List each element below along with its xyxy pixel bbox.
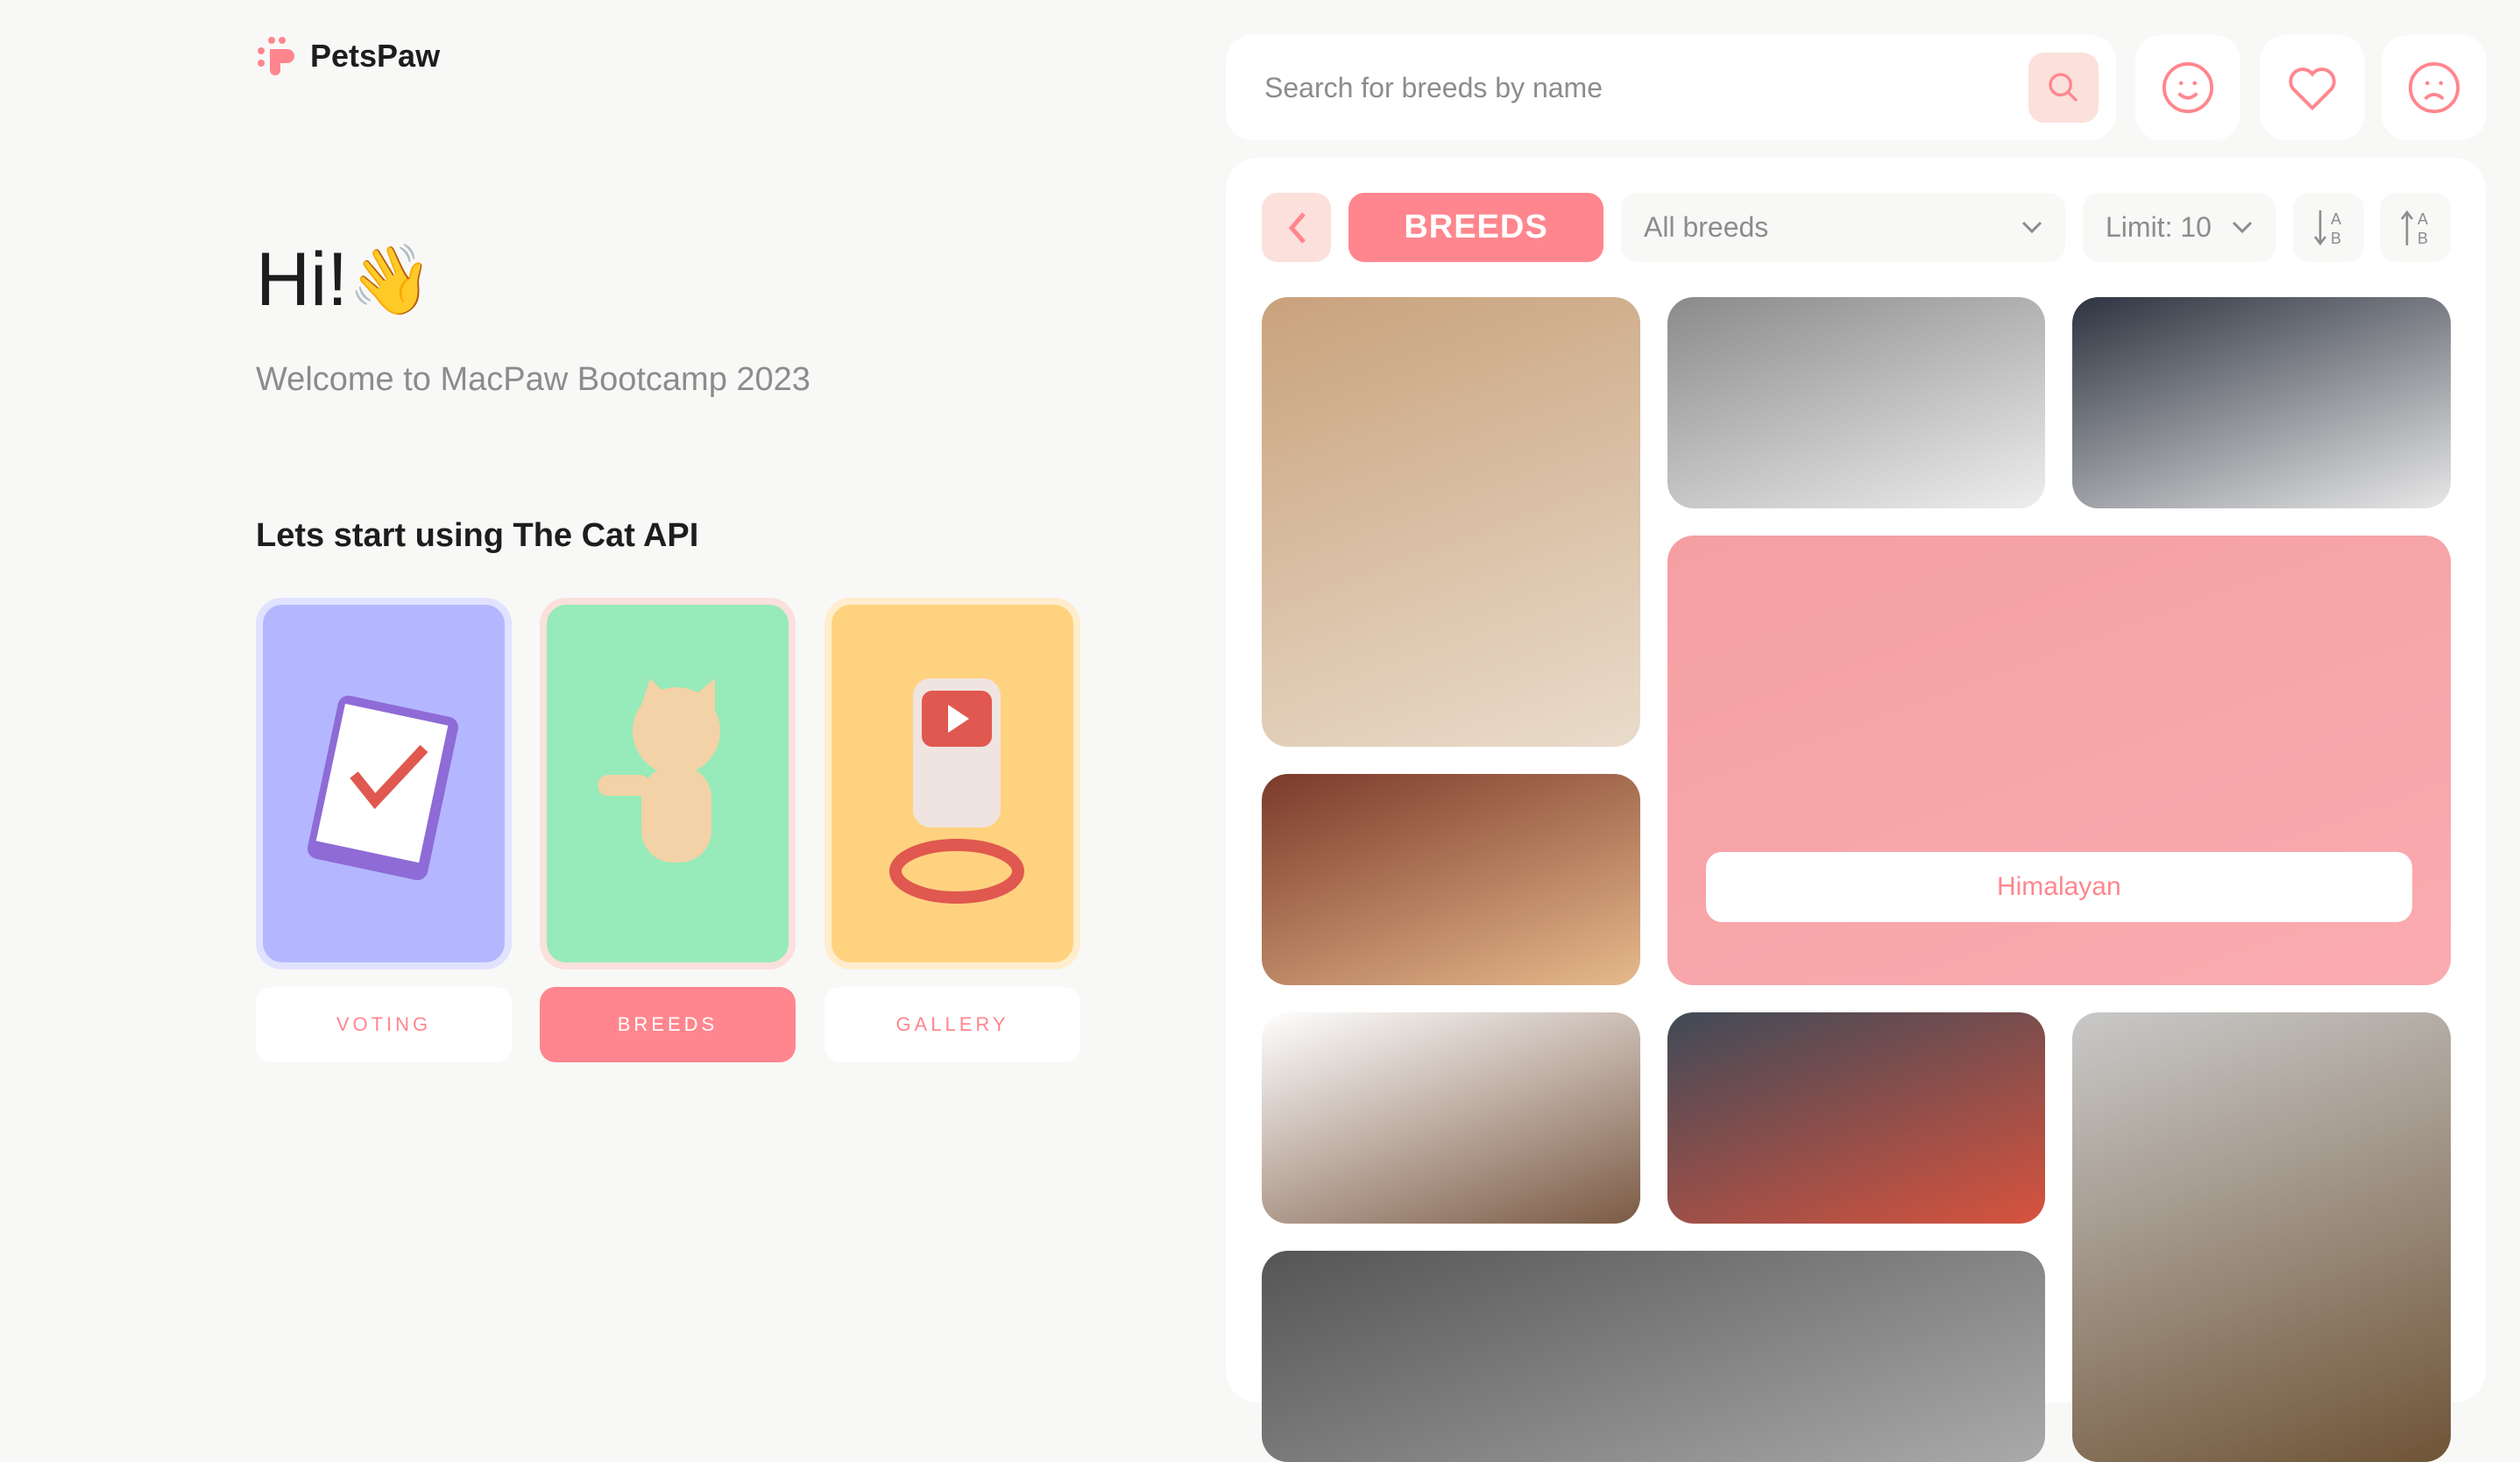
sort-up-icon: AB [2400, 209, 2428, 247]
greeting-text: Hi! [256, 238, 349, 322]
search-input[interactable]: Search for breeds by name [1264, 72, 2028, 104]
sort-descending-button[interactable]: AB [2293, 193, 2364, 262]
breed-name-label[interactable]: Himalayan [1705, 852, 2412, 922]
voting-card[interactable] [256, 598, 512, 969]
breed-image-hovered[interactable]: Himalayan [1667, 536, 2451, 985]
breed-image[interactable] [1667, 297, 2046, 508]
breed-image[interactable] [1262, 297, 1640, 747]
cat-figure-icon [598, 678, 720, 862]
logo[interactable]: PetsPaw [256, 35, 440, 77]
greeting-heading: Hi! 👋 [256, 237, 433, 323]
svg-text:A: A [2331, 210, 2341, 228]
breed-image[interactable] [2072, 297, 2451, 508]
heart-icon [2289, 67, 2336, 110]
sad-icon [2408, 61, 2460, 114]
breed-select[interactable]: All breeds [1621, 193, 2065, 262]
voting-button[interactable]: VOTING [256, 987, 512, 1062]
breed-image[interactable] [2072, 1012, 2451, 1462]
gallery-card[interactable] [825, 598, 1080, 969]
smile-icon [2162, 61, 2214, 114]
search-button[interactable] [2028, 53, 2099, 123]
paw-icon [258, 37, 294, 75]
chevron-left-icon [1288, 211, 1306, 244]
breeds-button[interactable]: BREEDS [540, 987, 796, 1062]
breed-image[interactable] [1262, 774, 1640, 985]
search-bar[interactable]: Search for breeds by name [1226, 35, 2116, 140]
svg-text:B: B [2417, 230, 2428, 247]
logo-text: PetsPaw [310, 38, 441, 74]
sort-down-icon: AB [2313, 209, 2341, 247]
breeds-grid: Himalayan [1262, 297, 2451, 1462]
phone-icon [889, 678, 1024, 904]
welcome-text: Welcome to MacPaw Bootcamp 2023 [256, 361, 811, 398]
breed-image[interactable] [1262, 1012, 1640, 1224]
gallery-button[interactable]: GALLERY [825, 987, 1080, 1062]
wave-icon: 👋 [348, 240, 434, 318]
clipboard-icon [307, 695, 458, 881]
chevron-down-icon [2021, 221, 2042, 233]
back-button[interactable] [1262, 193, 1331, 262]
sort-ascending-button[interactable]: AB [2380, 193, 2451, 262]
favourites-button[interactable] [2260, 35, 2365, 140]
likes-button[interactable] [2135, 35, 2240, 140]
search-icon [2049, 73, 2078, 103]
section-title: BREEDS [1348, 193, 1603, 262]
limit-select[interactable]: Limit: 10 [2083, 193, 2276, 262]
svg-text:A: A [2417, 210, 2428, 228]
breed-image[interactable] [1262, 1251, 2046, 1462]
svg-text:B: B [2331, 230, 2341, 247]
breed-image[interactable] [1667, 1012, 2046, 1224]
chevron-down-icon [2232, 221, 2253, 233]
limit-select-value: Limit: 10 [2106, 211, 2212, 243]
breed-select-value: All breeds [1644, 211, 1769, 243]
dislikes-button[interactable] [2382, 35, 2487, 140]
start-heading: Lets start using The Cat API [256, 517, 699, 554]
breeds-card[interactable] [540, 598, 796, 969]
